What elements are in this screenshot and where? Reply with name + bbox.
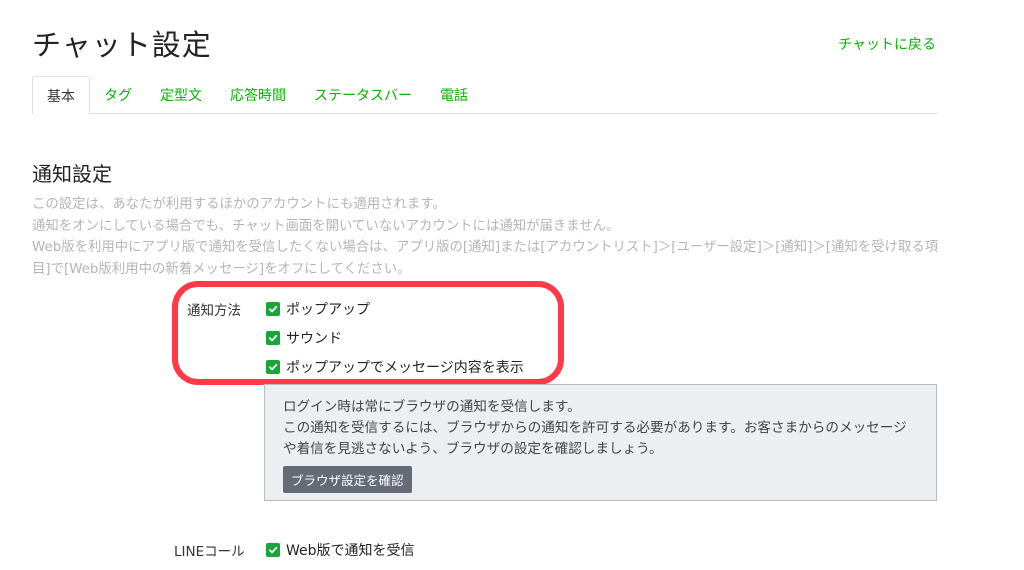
tab-tags[interactable]: タグ	[90, 76, 146, 113]
description-line: 通知をオンにしている場合でも、チャット画面を開いていないアカウントには通知が届き…	[32, 218, 620, 234]
popup-option-label: ポップアップ	[286, 302, 370, 318]
sound-option-label: サウンド	[286, 331, 342, 347]
sound-option[interactable]: サウンド	[266, 328, 342, 348]
tab-bar: 基本 タグ 定型文 応答時間 ステータスバー 電話	[32, 76, 937, 114]
tab-basic[interactable]: 基本	[32, 76, 90, 114]
browser-notification-info-box: ログイン時は常にブラウザの通知を受信します。 この通知を受信するには、ブラウザか…	[264, 384, 937, 501]
checkbox-checked-icon[interactable]	[266, 543, 280, 557]
info-line: この通知を受信するには、ブラウザからの通知を許可する必要があります。お客さまから…	[283, 420, 907, 457]
page-title: チャット設定	[32, 28, 212, 62]
tab-status-bar[interactable]: ステータスバー	[300, 76, 426, 113]
info-line: ログイン時は常にブラウザの通知を受信します。	[283, 399, 581, 415]
checkbox-checked-icon[interactable]	[266, 360, 280, 374]
popup-content-option[interactable]: ポップアップでメッセージ内容を表示	[266, 357, 524, 377]
line-call-web-option[interactable]: Web版で通知を受信	[266, 540, 415, 560]
check-browser-settings-button[interactable]: ブラウザ設定を確認	[283, 466, 412, 493]
description-line: Web版を利用中にアプリ版で通知を受信したくない場合は、アプリ版の[通知]または…	[32, 240, 939, 277]
tab-response-hours[interactable]: 応答時間	[216, 76, 300, 113]
checkbox-checked-icon[interactable]	[266, 302, 280, 316]
line-call-web-option-label: Web版で通知を受信	[286, 543, 415, 559]
notification-settings-title: 通知設定	[32, 162, 112, 186]
notification-description: この設定は、あなたが利用するほかのアカウントにも適用されます。 通知をオンにして…	[32, 194, 942, 280]
tab-templates[interactable]: 定型文	[146, 76, 216, 113]
checkbox-checked-icon[interactable]	[266, 331, 280, 345]
popup-content-option-label: ポップアップでメッセージ内容を表示	[286, 360, 524, 376]
notification-method-label: 通知方法	[187, 303, 241, 319]
line-call-label: LINEコール	[174, 544, 245, 560]
tab-phone[interactable]: 電話	[426, 76, 482, 113]
popup-option[interactable]: ポップアップ	[266, 299, 370, 319]
back-to-chat-link[interactable]: チャットに戻る	[838, 34, 936, 54]
description-line: この設定は、あなたが利用するほかのアカウントにも適用されます。	[32, 197, 446, 212]
